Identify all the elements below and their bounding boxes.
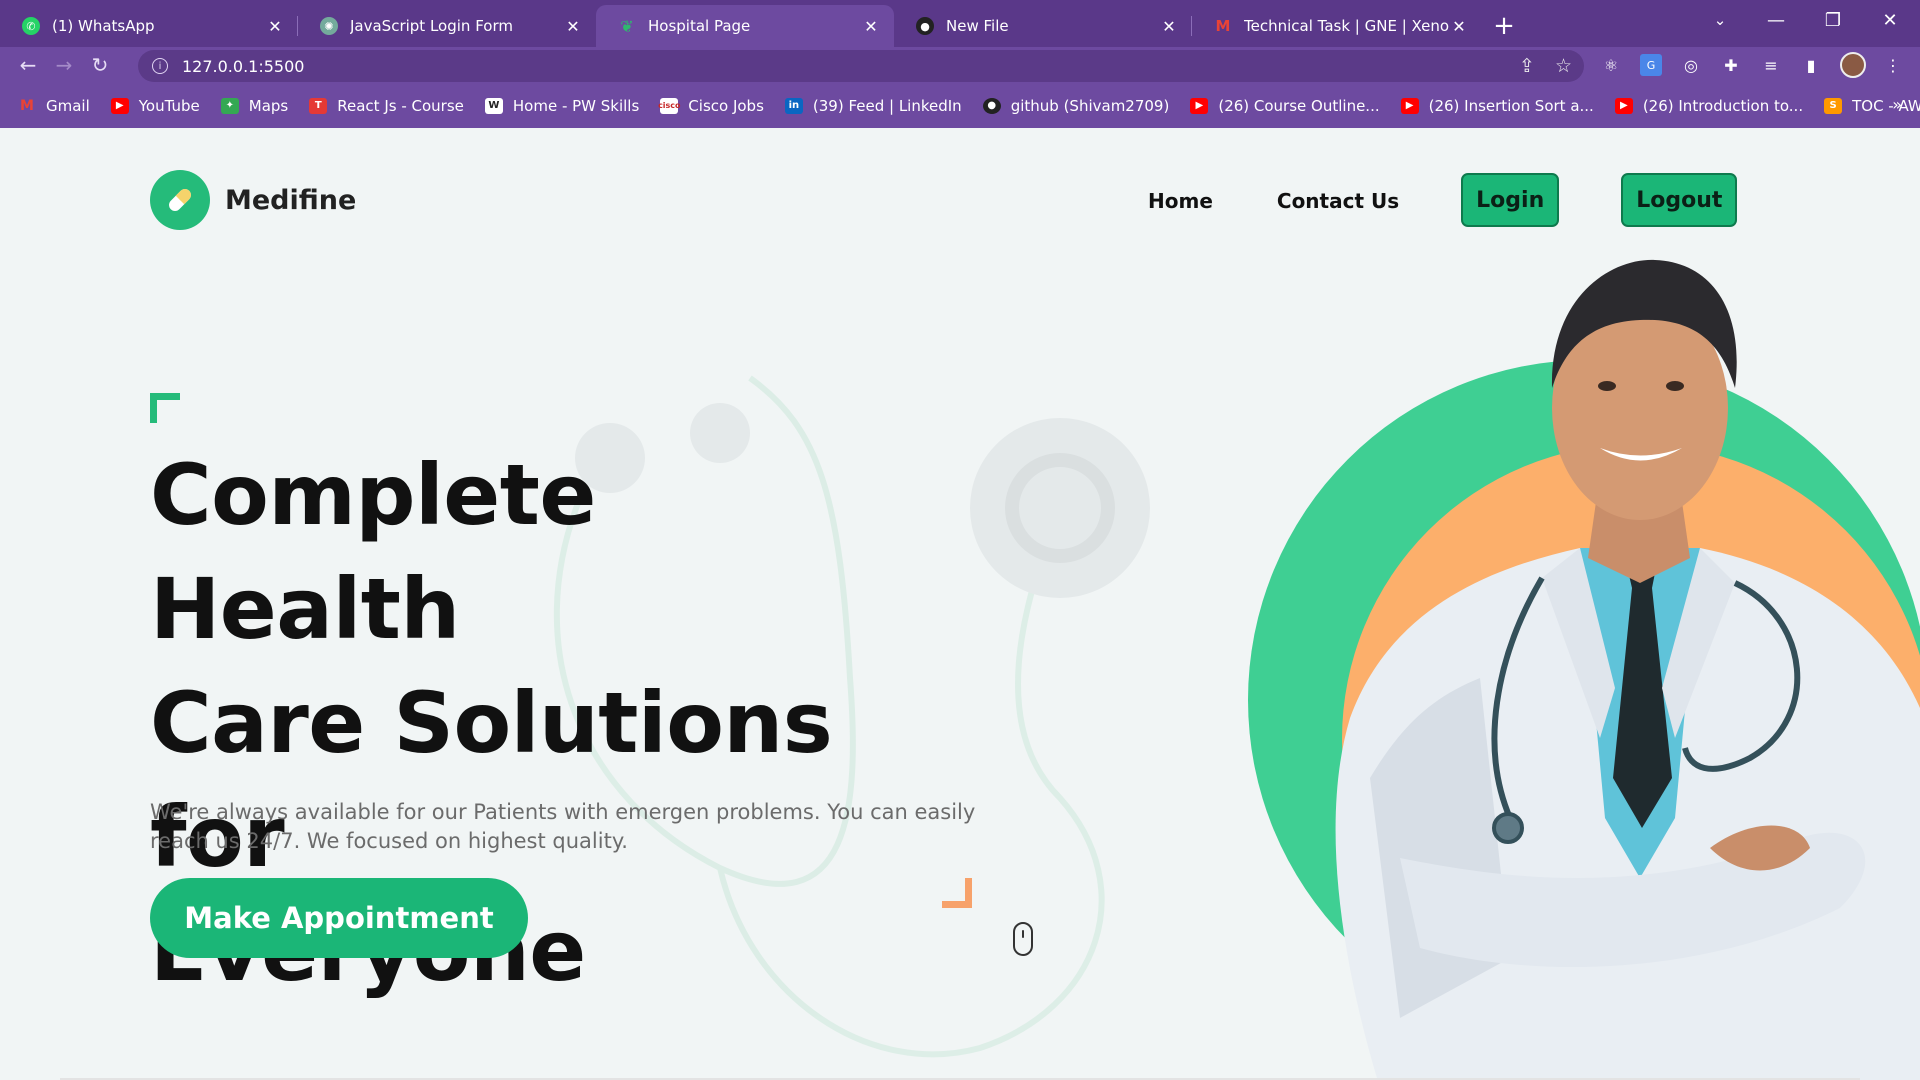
youtube-icon: ▶	[1190, 97, 1209, 114]
minimize-button[interactable]: —	[1748, 0, 1804, 40]
tab-new-file[interactable]: ● New File ✕	[894, 5, 1192, 47]
cisco-icon: cisco	[658, 97, 681, 114]
bookmark-star-icon[interactable]: ☆	[1555, 55, 1572, 77]
bookmark-course-outline[interactable]: ▶ (26) Course Outline...	[1190, 97, 1380, 115]
hero-title-line-1: Complete Health	[150, 446, 596, 658]
bookmark-maps[interactable]: ✦ Maps	[220, 97, 288, 115]
bookmark-react-course[interactable]: T React Js - Course	[309, 97, 464, 115]
tab-title: JavaScript Login Form	[350, 17, 513, 35]
course-icon: T	[309, 97, 328, 114]
url-text[interactable]: 127.0.0.1:5500	[182, 57, 304, 76]
bookmark-youtube[interactable]: ▶ YouTube	[110, 97, 200, 115]
close-tab-icon[interactable]: ✕	[266, 17, 284, 36]
bookmark-github[interactable]: ● github (Shivam2709)	[982, 97, 1169, 115]
bookmark-cisco-jobs[interactable]: cisco Cisco Jobs	[658, 97, 764, 115]
github-icon: ●	[916, 17, 934, 35]
tab-whatsapp[interactable]: ✆ (1) WhatsApp ✕	[0, 5, 298, 47]
bookmark-gmail[interactable]: M Gmail	[18, 97, 90, 115]
tab-title: (1) WhatsApp	[52, 17, 155, 35]
bookmark-insertion-sort[interactable]: ▶ (26) Insertion Sort a...	[1400, 97, 1594, 115]
media-control-icon[interactable]: ≡	[1760, 54, 1782, 76]
browser-toolbar: ← → ↻ i 127.0.0.1:5500 ⇪ ☆ ⚛ G ◎ ✚ ≡ ▮ ⋮	[0, 47, 1920, 83]
login-button[interactable]: Login	[1461, 173, 1560, 227]
nav-contact-link[interactable]: Contact Us	[1277, 189, 1399, 213]
bookmark-aws-toc[interactable]: STOC - AWS Certifie...	[1824, 97, 1920, 115]
reload-button[interactable]: ↻	[82, 49, 118, 81]
translate-icon[interactable]: G	[1640, 54, 1662, 76]
grammarly-icon[interactable]: ◎	[1680, 54, 1702, 76]
tab-javascript-login-form[interactable]: ✺ JavaScript Login Form ✕	[298, 5, 596, 47]
youtube-icon: ▶	[110, 97, 129, 114]
youtube-icon: ▶	[1400, 97, 1419, 114]
restore-button[interactable]: ❐	[1805, 0, 1861, 40]
bookmarks-bar: M Gmail ▶ YouTube ✦ Maps T React Js - Course…	[0, 83, 1920, 128]
tab-title: New File	[946, 17, 1009, 35]
bookmark-pw-skills[interactable]: W Home - PW Skills	[484, 97, 639, 115]
pill-logo-icon	[150, 170, 210, 230]
gmail-icon: M	[1215, 17, 1231, 35]
corner-accent-green	[150, 393, 180, 423]
bookmark-introduction[interactable]: ▶ (26) Introduction to...	[1614, 97, 1803, 115]
aws-icon: S	[1824, 97, 1843, 114]
hospital-page-icon: ❦	[620, 16, 634, 36]
forward-button[interactable]: →	[46, 49, 82, 81]
gmail-icon: M	[20, 97, 34, 114]
profile-avatar[interactable]	[1840, 52, 1866, 78]
make-appointment-button[interactable]: Make Appointment	[150, 878, 528, 958]
github-icon: ●	[982, 97, 1001, 114]
extensions-icon[interactable]: ✚	[1720, 54, 1742, 76]
whatsapp-icon: ✆	[22, 17, 40, 35]
close-tab-icon[interactable]: ✕	[1450, 17, 1468, 36]
site-info-icon[interactable]: i	[152, 58, 168, 74]
linkedin-icon: in	[784, 97, 803, 114]
maps-icon: ✦	[220, 97, 239, 114]
brand-logo-link[interactable]: Medifine	[150, 170, 356, 230]
back-button[interactable]: ←	[10, 49, 46, 81]
share-icon[interactable]: ⇪	[1519, 55, 1535, 77]
nav-home-link[interactable]: Home	[1148, 189, 1213, 213]
tab-title: Technical Task | GNE | XenonStac	[1244, 17, 1450, 35]
corner-accent-orange	[942, 878, 972, 908]
tab-hospital-page[interactable]: ❦ Hospital Page ✕	[596, 5, 894, 47]
tab-technical-task[interactable]: M Technical Task | GNE | XenonStac ✕	[1192, 5, 1482, 47]
more-bookmarks-icon[interactable]: »	[1892, 95, 1902, 114]
site-navigation: Home Contact Us Login Logout	[1148, 173, 1738, 227]
menu-icon[interactable]: ⋮	[1882, 54, 1904, 76]
new-tab-button[interactable]: +	[1482, 5, 1526, 47]
tab-search-button[interactable]: ⌄	[1692, 0, 1748, 40]
close-window-button[interactable]: ✕	[1862, 0, 1918, 40]
chatgpt-icon: ✺	[320, 17, 338, 35]
browser-tab-strip: ✆ (1) WhatsApp ✕ ✺ JavaScript Login Form…	[0, 0, 1920, 47]
close-tab-icon[interactable]: ✕	[862, 17, 880, 36]
logout-button[interactable]: Logout	[1621, 173, 1738, 227]
close-tab-icon[interactable]: ✕	[1160, 17, 1178, 36]
scroll-mouse-icon[interactable]	[1013, 922, 1033, 956]
hero-description: We're always available for our Patients …	[150, 800, 976, 853]
doctor-image	[1335, 259, 1920, 1080]
brand-name: Medifine	[225, 184, 357, 216]
bookmark-linkedin[interactable]: in (39) Feed | LinkedIn	[784, 97, 962, 115]
pw-skills-icon: W	[484, 97, 503, 114]
tab-title: Hospital Page	[648, 17, 751, 35]
youtube-icon: ▶	[1614, 97, 1633, 114]
close-tab-icon[interactable]: ✕	[564, 17, 582, 36]
address-bar[interactable]: i 127.0.0.1:5500 ⇪ ☆	[138, 50, 1584, 82]
side-panel-icon[interactable]: ▮	[1800, 54, 1822, 76]
web-page: Medifine Home Contact Us Login Logout Co…	[0, 128, 1920, 1080]
react-devtools-icon[interactable]: ⚛	[1600, 54, 1622, 76]
